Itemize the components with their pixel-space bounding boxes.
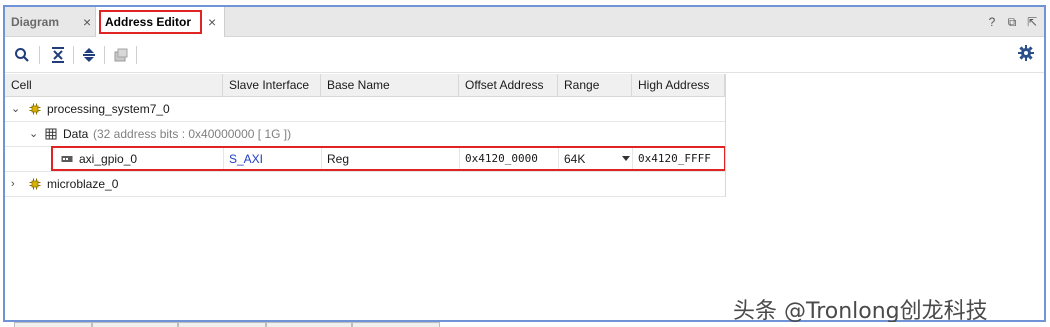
address-table: Cell Slave Interface Base Name Offset Ad… — [5, 74, 726, 197]
processor-icon — [29, 178, 41, 190]
toolbar-separator — [136, 46, 137, 64]
toolbar-separator — [73, 46, 74, 64]
column-header-slave-interface[interactable]: Slave Interface — [223, 74, 321, 97]
bottom-tab[interactable] — [266, 322, 352, 327]
toolbar — [5, 38, 1044, 73]
table-right-border — [725, 74, 726, 197]
address-space-note: (32 address bits : 0x40000000 [ 1G ]) — [93, 127, 292, 141]
offset-address-field[interactable]: 0x4120_0000 — [465, 147, 538, 171]
close-diagram-tab-icon[interactable]: × — [83, 14, 91, 30]
chevron-right-icon[interactable]: › — [11, 172, 15, 196]
help-icon[interactable]: ? — [986, 15, 998, 30]
tab-address-editor-label: Address Editor — [105, 15, 192, 29]
column-divider — [632, 147, 633, 171]
table-header: Cell Slave Interface Base Name Offset Ad… — [5, 74, 725, 97]
collapse-all-button[interactable] — [47, 44, 69, 66]
peripheral-icon — [61, 156, 73, 162]
high-address: 0x4120_FFFF — [638, 152, 711, 165]
watermark: 头条 @Tronlong创龙科技 — [733, 299, 988, 324]
address-editor-window: Diagram × Address Editor × ? ⧉ ⇱ Cell Sl… — [3, 5, 1046, 324]
column-header-cell[interactable]: Cell — [5, 74, 223, 97]
toolbar-separator — [104, 46, 105, 64]
table-row[interactable]: ⌄ Data (32 address bits : 0x40000000 [ 1… — [5, 122, 725, 147]
column-divider — [459, 147, 460, 171]
base-name: Reg — [327, 152, 350, 166]
bottom-tab[interactable] — [178, 322, 266, 327]
tab-address-editor[interactable]: Address Editor × — [95, 7, 225, 37]
address-space-icon — [45, 128, 57, 140]
gear-icon — [1018, 45, 1034, 61]
table-row[interactable]: axi_gpio_0 S_AXI Reg 0x4120_0000 64K 0x4… — [5, 146, 726, 172]
expand-all-button[interactable] — [78, 44, 100, 66]
column-header-base-name[interactable]: Base Name — [321, 74, 459, 97]
auto-assign-icon — [114, 48, 128, 62]
search-button[interactable] — [11, 44, 33, 66]
expand-all-icon — [83, 48, 95, 62]
chevron-down-icon[interactable]: ⌄ — [11, 97, 20, 121]
range-dropdown[interactable]: 64K — [564, 147, 630, 171]
dropdown-caret-icon[interactable] — [622, 156, 630, 161]
tab-diagram[interactable]: Diagram — [11, 7, 59, 37]
column-divider — [558, 147, 559, 171]
table-row[interactable]: › microblaze_0 — [5, 172, 725, 197]
window-controls: ? ⧉ ⇱ — [986, 15, 1038, 30]
range-value: 64K — [564, 152, 586, 166]
bottom-tab[interactable] — [92, 322, 178, 327]
float-icon[interactable]: ⇱ — [1026, 15, 1038, 30]
table-row[interactable]: ⌄ processing_system7_0 — [5, 97, 725, 122]
close-address-editor-tab-icon[interactable]: × — [208, 14, 216, 30]
auto-assign-button[interactable] — [110, 44, 132, 66]
cell-name: processing_system7_0 — [47, 102, 170, 116]
column-header-high-address[interactable]: High Address — [632, 74, 725, 97]
collapse-all-icon — [52, 47, 64, 63]
cell-name: axi_gpio_0 — [79, 152, 138, 166]
bottom-tab-strip — [0, 322, 1050, 327]
column-header-range[interactable]: Range — [558, 74, 632, 97]
bottom-tab[interactable] — [352, 322, 440, 327]
toolbar-separator — [39, 46, 40, 64]
search-icon — [15, 48, 29, 62]
tab-diagram-label: Diagram — [11, 15, 60, 29]
bottom-tab[interactable] — [14, 322, 92, 327]
column-header-offset-address[interactable]: Offset Address — [459, 74, 558, 97]
settings-button[interactable] — [1018, 45, 1034, 66]
processor-icon — [29, 103, 41, 115]
cell-name: Data — [63, 127, 89, 141]
restore-icon[interactable]: ⧉ — [1006, 15, 1018, 30]
cell-name: microblaze_0 — [47, 177, 119, 191]
column-divider — [321, 147, 322, 171]
slave-interface-link[interactable]: S_AXI — [229, 147, 263, 171]
chevron-down-icon[interactable]: ⌄ — [29, 122, 38, 146]
column-divider — [223, 147, 224, 171]
tab-bar: Diagram × Address Editor × ? ⧉ ⇱ — [5, 7, 1044, 37]
